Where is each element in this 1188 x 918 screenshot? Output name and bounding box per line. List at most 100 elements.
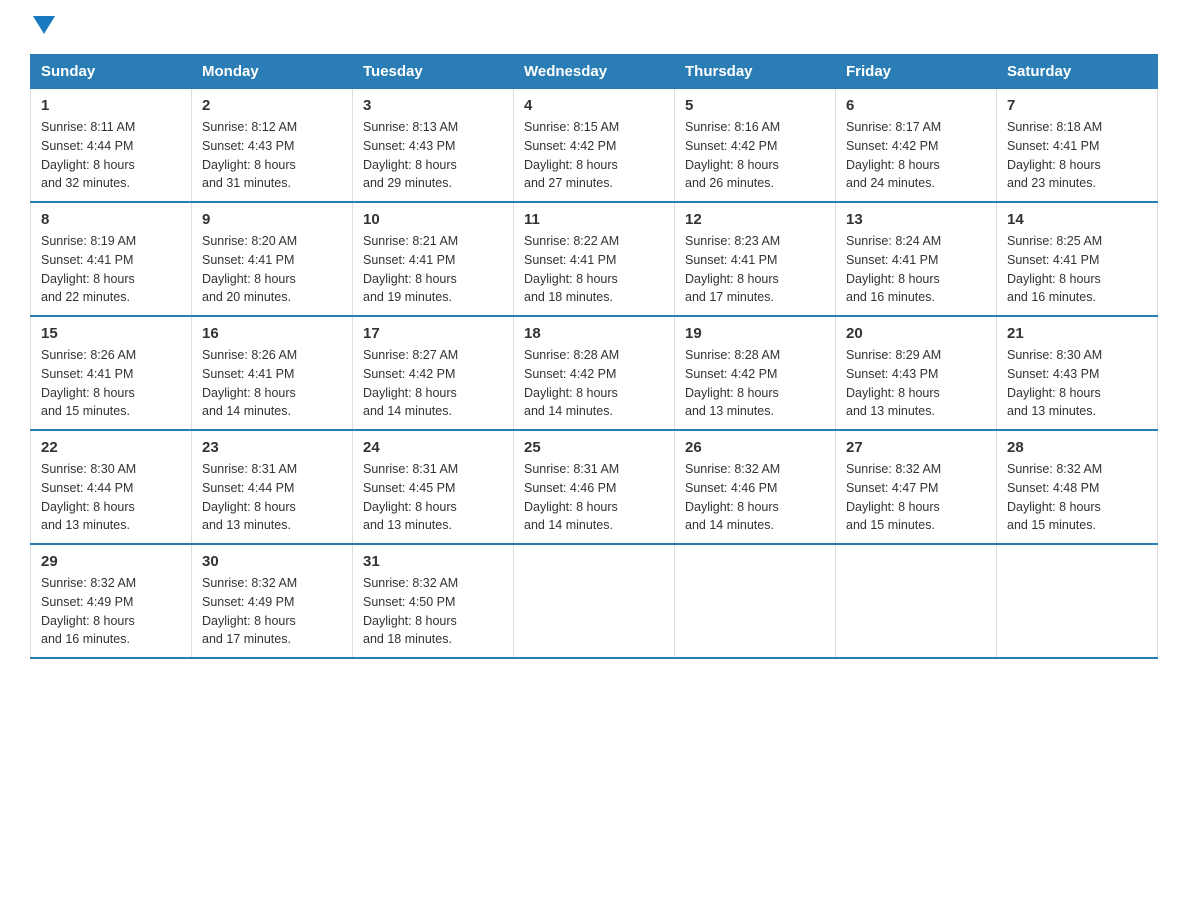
day-info: Sunrise: 8:12 AM Sunset: 4:43 PM Dayligh… (202, 118, 342, 193)
calendar-cell: 23 Sunrise: 8:31 AM Sunset: 4:44 PM Dayl… (192, 430, 353, 544)
day-number: 30 (202, 553, 342, 570)
calendar-cell: 15 Sunrise: 8:26 AM Sunset: 4:41 PM Dayl… (31, 316, 192, 430)
day-number: 16 (202, 325, 342, 342)
day-info: Sunrise: 8:32 AM Sunset: 4:47 PM Dayligh… (846, 460, 986, 535)
calendar-cell: 1 Sunrise: 8:11 AM Sunset: 4:44 PM Dayli… (31, 89, 192, 203)
day-info: Sunrise: 8:32 AM Sunset: 4:46 PM Dayligh… (685, 460, 825, 535)
day-number: 28 (1007, 439, 1147, 456)
calendar-cell: 8 Sunrise: 8:19 AM Sunset: 4:41 PM Dayli… (31, 202, 192, 316)
day-info: Sunrise: 8:11 AM Sunset: 4:44 PM Dayligh… (41, 118, 181, 193)
calendar-cell: 28 Sunrise: 8:32 AM Sunset: 4:48 PM Dayl… (997, 430, 1158, 544)
day-number: 18 (524, 325, 664, 342)
day-info: Sunrise: 8:21 AM Sunset: 4:41 PM Dayligh… (363, 232, 503, 307)
calendar-cell: 20 Sunrise: 8:29 AM Sunset: 4:43 PM Dayl… (836, 316, 997, 430)
day-info: Sunrise: 8:15 AM Sunset: 4:42 PM Dayligh… (524, 118, 664, 193)
col-header-monday: Monday (192, 55, 353, 89)
day-number: 11 (524, 211, 664, 228)
day-info: Sunrise: 8:20 AM Sunset: 4:41 PM Dayligh… (202, 232, 342, 307)
calendar-week-row: 8 Sunrise: 8:19 AM Sunset: 4:41 PM Dayli… (31, 202, 1158, 316)
day-number: 13 (846, 211, 986, 228)
day-info: Sunrise: 8:25 AM Sunset: 4:41 PM Dayligh… (1007, 232, 1147, 307)
col-header-saturday: Saturday (997, 55, 1158, 89)
day-number: 31 (363, 553, 503, 570)
calendar-cell: 16 Sunrise: 8:26 AM Sunset: 4:41 PM Dayl… (192, 316, 353, 430)
calendar-cell: 13 Sunrise: 8:24 AM Sunset: 4:41 PM Dayl… (836, 202, 997, 316)
day-number: 27 (846, 439, 986, 456)
calendar-header-row: SundayMondayTuesdayWednesdayThursdayFrid… (31, 55, 1158, 89)
day-info: Sunrise: 8:28 AM Sunset: 4:42 PM Dayligh… (524, 346, 664, 421)
day-info: Sunrise: 8:31 AM Sunset: 4:44 PM Dayligh… (202, 460, 342, 535)
calendar-cell: 21 Sunrise: 8:30 AM Sunset: 4:43 PM Dayl… (997, 316, 1158, 430)
calendar-cell: 7 Sunrise: 8:18 AM Sunset: 4:41 PM Dayli… (997, 89, 1158, 203)
calendar-cell: 14 Sunrise: 8:25 AM Sunset: 4:41 PM Dayl… (997, 202, 1158, 316)
day-number: 8 (41, 211, 181, 228)
calendar-cell: 12 Sunrise: 8:23 AM Sunset: 4:41 PM Dayl… (675, 202, 836, 316)
day-number: 9 (202, 211, 342, 228)
calendar-cell: 6 Sunrise: 8:17 AM Sunset: 4:42 PM Dayli… (836, 89, 997, 203)
day-info: Sunrise: 8:13 AM Sunset: 4:43 PM Dayligh… (363, 118, 503, 193)
day-number: 17 (363, 325, 503, 342)
day-info: Sunrise: 8:32 AM Sunset: 4:49 PM Dayligh… (41, 574, 181, 649)
day-number: 19 (685, 325, 825, 342)
day-info: Sunrise: 8:32 AM Sunset: 4:49 PM Dayligh… (202, 574, 342, 649)
day-info: Sunrise: 8:28 AM Sunset: 4:42 PM Dayligh… (685, 346, 825, 421)
day-number: 14 (1007, 211, 1147, 228)
col-header-thursday: Thursday (675, 55, 836, 89)
day-number: 21 (1007, 325, 1147, 342)
day-info: Sunrise: 8:27 AM Sunset: 4:42 PM Dayligh… (363, 346, 503, 421)
day-number: 3 (363, 97, 503, 114)
calendar-table: SundayMondayTuesdayWednesdayThursdayFrid… (30, 54, 1158, 659)
day-number: 15 (41, 325, 181, 342)
day-number: 20 (846, 325, 986, 342)
day-info: Sunrise: 8:29 AM Sunset: 4:43 PM Dayligh… (846, 346, 986, 421)
day-info: Sunrise: 8:23 AM Sunset: 4:41 PM Dayligh… (685, 232, 825, 307)
calendar-cell: 27 Sunrise: 8:32 AM Sunset: 4:47 PM Dayl… (836, 430, 997, 544)
calendar-cell: 5 Sunrise: 8:16 AM Sunset: 4:42 PM Dayli… (675, 89, 836, 203)
day-number: 2 (202, 97, 342, 114)
col-header-wednesday: Wednesday (514, 55, 675, 89)
day-number: 1 (41, 97, 181, 114)
day-info: Sunrise: 8:18 AM Sunset: 4:41 PM Dayligh… (1007, 118, 1147, 193)
calendar-cell: 3 Sunrise: 8:13 AM Sunset: 4:43 PM Dayli… (353, 89, 514, 203)
day-info: Sunrise: 8:24 AM Sunset: 4:41 PM Dayligh… (846, 232, 986, 307)
calendar-cell (675, 544, 836, 658)
calendar-cell: 2 Sunrise: 8:12 AM Sunset: 4:43 PM Dayli… (192, 89, 353, 203)
col-header-tuesday: Tuesday (353, 55, 514, 89)
day-number: 29 (41, 553, 181, 570)
day-info: Sunrise: 8:31 AM Sunset: 4:45 PM Dayligh… (363, 460, 503, 535)
calendar-cell: 17 Sunrise: 8:27 AM Sunset: 4:42 PM Dayl… (353, 316, 514, 430)
calendar-cell: 11 Sunrise: 8:22 AM Sunset: 4:41 PM Dayl… (514, 202, 675, 316)
day-info: Sunrise: 8:32 AM Sunset: 4:48 PM Dayligh… (1007, 460, 1147, 535)
calendar-cell: 26 Sunrise: 8:32 AM Sunset: 4:46 PM Dayl… (675, 430, 836, 544)
calendar-cell: 30 Sunrise: 8:32 AM Sunset: 4:49 PM Dayl… (192, 544, 353, 658)
day-info: Sunrise: 8:30 AM Sunset: 4:44 PM Dayligh… (41, 460, 181, 535)
calendar-cell (514, 544, 675, 658)
day-info: Sunrise: 8:22 AM Sunset: 4:41 PM Dayligh… (524, 232, 664, 307)
day-info: Sunrise: 8:26 AM Sunset: 4:41 PM Dayligh… (41, 346, 181, 421)
logo-triangle-icon (33, 16, 55, 34)
day-number: 22 (41, 439, 181, 456)
calendar-week-row: 22 Sunrise: 8:30 AM Sunset: 4:44 PM Dayl… (31, 430, 1158, 544)
day-number: 24 (363, 439, 503, 456)
calendar-cell: 10 Sunrise: 8:21 AM Sunset: 4:41 PM Dayl… (353, 202, 514, 316)
logo (30, 20, 55, 34)
calendar-cell: 29 Sunrise: 8:32 AM Sunset: 4:49 PM Dayl… (31, 544, 192, 658)
calendar-cell: 25 Sunrise: 8:31 AM Sunset: 4:46 PM Dayl… (514, 430, 675, 544)
day-number: 4 (524, 97, 664, 114)
day-number: 10 (363, 211, 503, 228)
calendar-cell: 19 Sunrise: 8:28 AM Sunset: 4:42 PM Dayl… (675, 316, 836, 430)
calendar-week-row: 29 Sunrise: 8:32 AM Sunset: 4:49 PM Dayl… (31, 544, 1158, 658)
day-number: 25 (524, 439, 664, 456)
page-header (30, 20, 1158, 34)
calendar-cell (997, 544, 1158, 658)
calendar-cell: 4 Sunrise: 8:15 AM Sunset: 4:42 PM Dayli… (514, 89, 675, 203)
day-number: 6 (846, 97, 986, 114)
calendar-cell: 31 Sunrise: 8:32 AM Sunset: 4:50 PM Dayl… (353, 544, 514, 658)
day-info: Sunrise: 8:19 AM Sunset: 4:41 PM Dayligh… (41, 232, 181, 307)
day-info: Sunrise: 8:30 AM Sunset: 4:43 PM Dayligh… (1007, 346, 1147, 421)
col-header-sunday: Sunday (31, 55, 192, 89)
day-info: Sunrise: 8:16 AM Sunset: 4:42 PM Dayligh… (685, 118, 825, 193)
calendar-cell: 9 Sunrise: 8:20 AM Sunset: 4:41 PM Dayli… (192, 202, 353, 316)
day-info: Sunrise: 8:26 AM Sunset: 4:41 PM Dayligh… (202, 346, 342, 421)
calendar-week-row: 1 Sunrise: 8:11 AM Sunset: 4:44 PM Dayli… (31, 89, 1158, 203)
